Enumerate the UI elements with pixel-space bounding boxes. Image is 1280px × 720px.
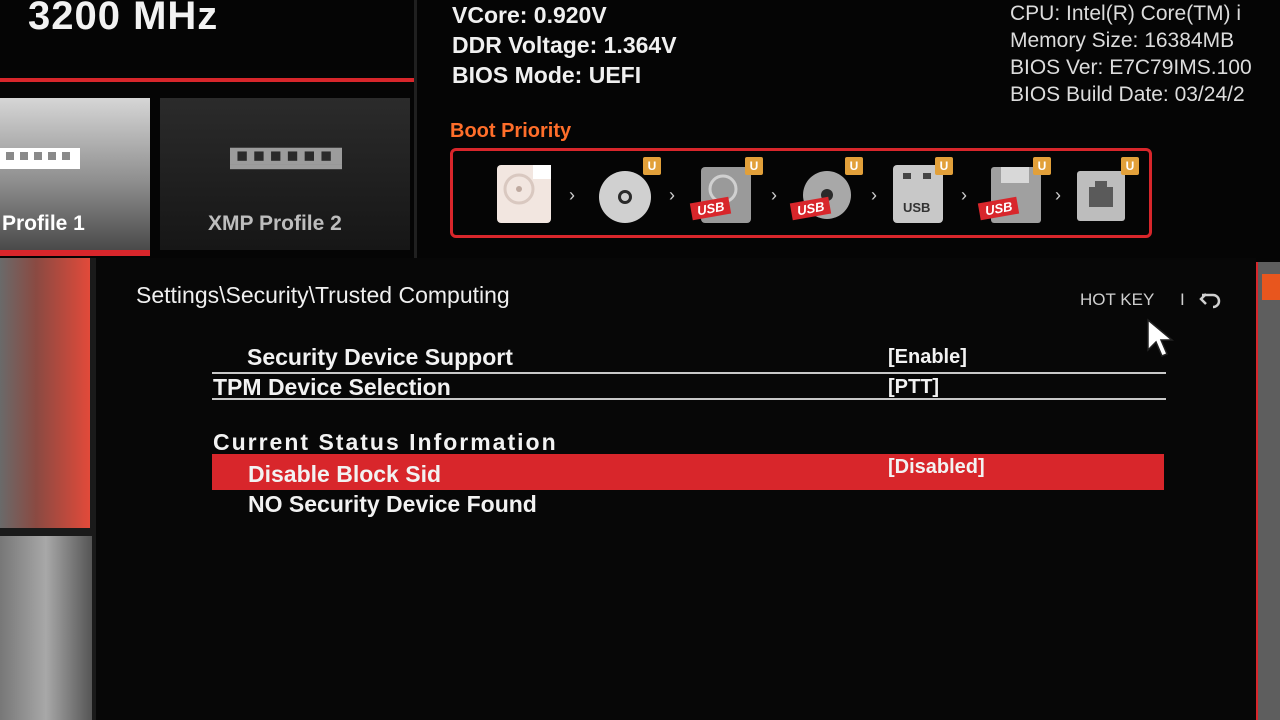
mouse-cursor-icon [1147,318,1175,357]
boot-device-optical-disc[interactable]: U [595,157,661,227]
breadcrumb: Settings\Security\Trusted Computing [136,282,510,308]
disable-block-sid-value[interactable]: [Disabled] [888,456,985,479]
xmp-profile-2-button[interactable]: XMP Profile 2 [160,98,410,250]
current-status-title: Current Status Information [213,429,558,455]
bios-build-date-info: BIOS Build Date: 03/24/2 [1010,83,1245,106]
profile-1-label: Profile 1 [2,212,85,235]
boot-device-usb-key[interactable]: U USB [887,157,953,227]
memory-size-info: Memory Size: 16384MB [1010,29,1235,52]
memory-module-icon [0,148,80,169]
system-info: CPU: Intel(R) Core(TM) i Memory Size: 16… [1010,0,1252,108]
tpm-device-selection-value[interactable]: [PTT] [888,376,939,399]
uefi-badge: U [935,157,953,175]
right-scroll-thumb[interactable] [1262,274,1280,300]
row-divider [212,398,1166,400]
cpu-info: CPU: Intel(R) Core(TM) i [1010,2,1242,25]
header-divider [414,0,417,258]
uefi-badge: U [845,157,863,175]
left-nav-tile[interactable] [0,536,92,720]
uefi-badge: U [1033,157,1051,175]
header-accent-line [0,78,414,82]
security-device-support-value[interactable]: [Enable] [888,346,967,369]
voltage-info: VCore: 0.920V DDR Voltage: 1.364V BIOS M… [452,0,677,90]
boot-device-usb-floppy[interactable]: U USB [977,157,1051,227]
back-arrow-icon[interactable] [1198,288,1224,312]
chevron-right-icon: › [871,185,877,205]
hard-disk-icon [497,165,551,223]
profile-1-button[interactable]: Profile 1 [0,98,150,256]
chevron-right-icon: › [771,185,777,205]
vcore-readout: VCore: 0.920V [452,2,607,28]
uefi-badge: U [643,157,661,175]
ddr-voltage-readout: DDR Voltage: 1.364V [452,32,677,58]
bios-version-info: BIOS Ver: E7C79IMS.100 [1010,56,1252,79]
chevron-right-icon: › [961,185,967,205]
left-nav-active-tile[interactable] [0,258,90,528]
memory-module-icon [230,147,342,170]
chevron-right-icon: › [1055,185,1061,205]
hotkey-button[interactable]: HOT KEY [1080,290,1154,310]
hotkey-separator: I [1180,290,1185,309]
boot-device-usb-hard-disk[interactable]: U USB [689,157,763,227]
boot-priority-bar: › U › U USB › U USB › U USB › U USB › U [450,148,1152,238]
no-security-device-status: NO Security Device Found [248,491,537,517]
chevron-right-icon: › [669,185,675,205]
xmp-profile-2-label: XMP Profile 2 [208,212,342,235]
usb-key-label: USB [903,200,931,215]
right-scroll-strip[interactable] [1258,262,1280,720]
uefi-badge: U [745,157,763,175]
bios-mode-readout: BIOS Mode: UEFI [452,62,642,88]
tpm-device-selection-label[interactable]: TPM Device Selection [213,374,451,401]
boot-device-hard-disk[interactable] [493,161,555,227]
chevron-right-icon: › [569,185,575,205]
boot-device-usb-optical-disc[interactable]: U USB [789,157,863,227]
disable-block-sid-label[interactable]: Disable Block Sid [248,461,441,488]
boot-priority-title: Boot Priority [450,120,572,142]
memory-frequency: 3200 MHz [28,0,219,38]
security-device-support-label[interactable]: Security Device Support [247,344,513,371]
boot-device-network[interactable]: U [1073,157,1139,227]
uefi-badge: U [1121,157,1139,175]
